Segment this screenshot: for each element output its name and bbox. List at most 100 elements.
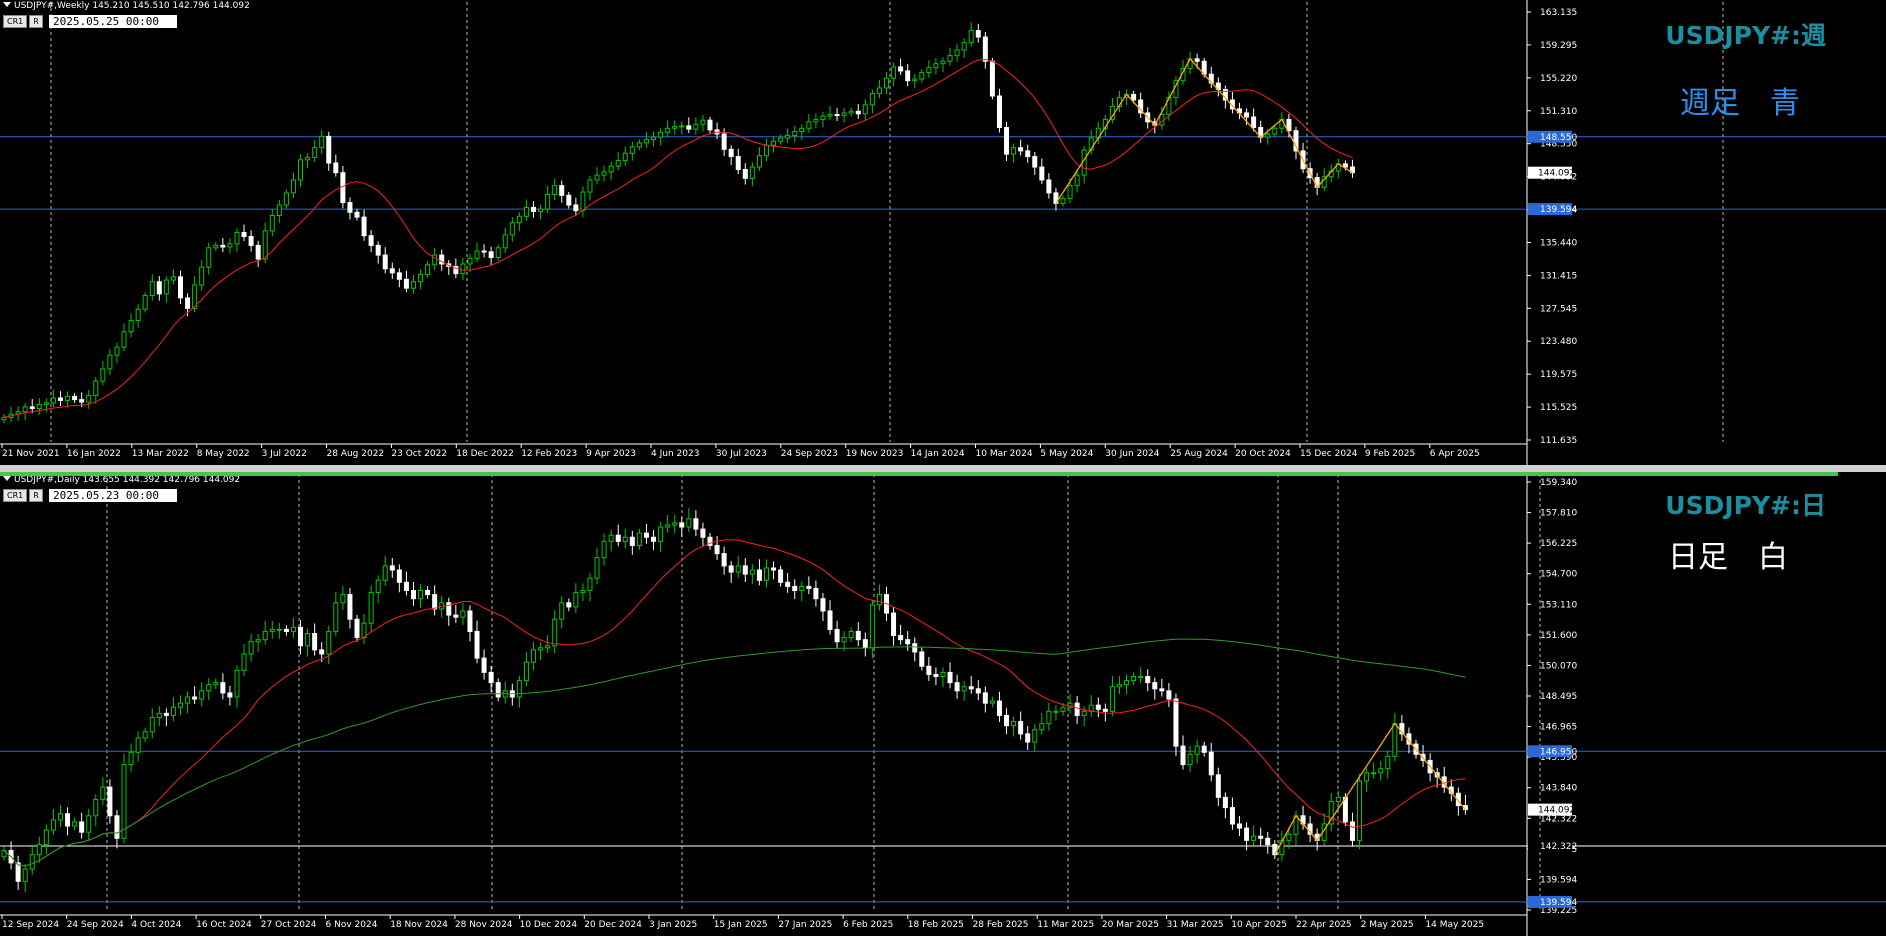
candle-bull: [65, 395, 71, 401]
candle-bull: [735, 565, 741, 573]
candle-bear: [220, 244, 226, 248]
candle-bear: [707, 119, 713, 131]
candle-bear: [954, 682, 960, 692]
candle-bull: [86, 815, 92, 833]
time-tick-label: 28 Feb 2025: [973, 920, 1029, 930]
price-tick-label: 127.545: [1540, 304, 1577, 314]
time-tick-label: 28 Aug 2022: [327, 449, 385, 459]
candle-bear: [368, 235, 374, 246]
candle-bull: [1074, 174, 1080, 187]
candle-bear: [227, 692, 233, 698]
time-tick-label: 20 Mar 2025: [1102, 920, 1159, 930]
candle-bear: [1018, 721, 1024, 735]
candle-bull: [1046, 710, 1052, 725]
candle-bull: [1286, 833, 1292, 841]
candle-bear: [721, 553, 727, 567]
time-tick-label: 30 Jul 2023: [716, 449, 767, 459]
candle-bull: [573, 592, 579, 608]
candle-bear: [1018, 147, 1024, 152]
time-tick-label: 8 May 2022: [197, 449, 250, 459]
candle-bull: [1392, 723, 1398, 757]
candle-bull: [763, 567, 769, 581]
candle-bull: [954, 49, 960, 57]
level-label: 142.322: [1540, 842, 1577, 852]
price-tick-label: 159.340: [1540, 478, 1577, 488]
candle-bear: [905, 70, 911, 82]
time-tick-label: 5 May 2024: [1040, 449, 1093, 459]
candle-bull: [523, 661, 529, 682]
candle-bull: [1039, 723, 1045, 731]
weekly-chart-pane[interactable]: 163.135 159.295 155.220 151.310 148.550 144.0…: [0, 0, 1886, 465]
candle-bull: [820, 115, 826, 120]
candle-bull: [1011, 721, 1017, 727]
collapse-triangle-icon[interactable]: [3, 2, 11, 7]
candle-bull: [1138, 676, 1144, 679]
candle-bull: [1251, 835, 1257, 841]
candle-bull: [234, 669, 240, 698]
weekly-cr1-button[interactable]: CR1: [3, 15, 28, 28]
daily-active-indicator: [0, 472, 1838, 476]
time-tick-label: 23 Oct 2022: [391, 449, 447, 459]
candle-bear: [771, 567, 777, 571]
daily-chart-pane[interactable]: 159.340 157.810 156.225 154.700 153.110 151.6…: [0, 472, 1886, 936]
candle-bull: [213, 244, 219, 249]
weekly-r-button[interactable]: R: [29, 15, 43, 28]
time-tick-label: 3 Jan 2025: [649, 920, 697, 930]
time-tick-label: 14 May 2025: [1425, 920, 1484, 930]
current-price-label: 144.092: [1538, 169, 1575, 179]
candle-bull: [961, 42, 967, 51]
candle-bull: [869, 604, 875, 649]
time-tick-label: 28 Nov 2024: [455, 920, 513, 930]
pane-separator[interactable]: [0, 465, 1886, 472]
candle-bear: [481, 657, 487, 673]
collapse-triangle-icon[interactable]: [3, 476, 11, 481]
candle-bull: [552, 185, 558, 196]
candle-bear: [629, 536, 635, 546]
daily-chart-canvas[interactable]: 159.340 157.810 156.225 154.700 153.110 151.6…: [0, 472, 1886, 936]
daily-datetime-box[interactable]: 2025.05.23 00:00: [49, 489, 177, 502]
candle-bull: [912, 78, 918, 82]
moving-average-red: [3, 539, 1466, 867]
candle-bull: [876, 594, 882, 606]
candle-bull: [538, 208, 544, 212]
candle-bull: [891, 66, 897, 79]
price-tick-label: 139.594: [1540, 875, 1577, 885]
time-tick-label: 25 Aug 2024: [1170, 449, 1228, 459]
candle-bear: [679, 522, 685, 528]
candle-bear: [114, 815, 120, 839]
weekly-datetime-box[interactable]: 2025.05.25 00:00: [49, 15, 177, 28]
candle-bear: [996, 700, 1002, 716]
daily-cr1-button[interactable]: CR1: [3, 489, 28, 502]
candle-bear: [693, 518, 699, 530]
candle-bull: [785, 135, 791, 139]
candle-bull: [467, 257, 473, 265]
daily-r-button[interactable]: R: [29, 489, 43, 502]
candle-bull: [968, 30, 974, 44]
candle-bull: [1032, 729, 1038, 743]
price-tick-label: 151.310: [1540, 107, 1577, 117]
candle-bear: [919, 651, 925, 667]
price-tick-label: 135.440: [1540, 238, 1577, 248]
candle-bear: [714, 544, 720, 555]
weekly-chart-header: USDJPY#,Weekly 145.210 145.510 142.796 1…: [3, 1, 250, 11]
candle-bear: [1102, 708, 1108, 712]
candle-bull: [848, 110, 854, 114]
candle-bear: [1201, 745, 1207, 753]
candle-bear: [1039, 166, 1045, 181]
candle-bear: [898, 635, 904, 641]
candle-bull: [601, 171, 607, 176]
time-tick-label: 3 Jul 2022: [262, 449, 307, 459]
candle-bull: [43, 829, 49, 845]
candle-bull: [93, 380, 99, 397]
time-tick-label: 10 Mar 2024: [976, 449, 1033, 459]
candle-bull: [1060, 706, 1066, 712]
candle-bull: [50, 819, 56, 831]
candle-bull: [333, 602, 339, 632]
candle-bull: [813, 118, 819, 123]
candle-bear: [410, 590, 416, 600]
candle-bull: [658, 526, 664, 542]
time-tick-label: 20 Dec 2024: [584, 920, 642, 930]
candle-bull: [269, 215, 275, 232]
weekly-color-note: 週足 青: [1680, 86, 1800, 121]
weekly-chart-canvas[interactable]: 163.135 159.295 155.220 151.310 148.550 144.0…: [0, 0, 1886, 465]
